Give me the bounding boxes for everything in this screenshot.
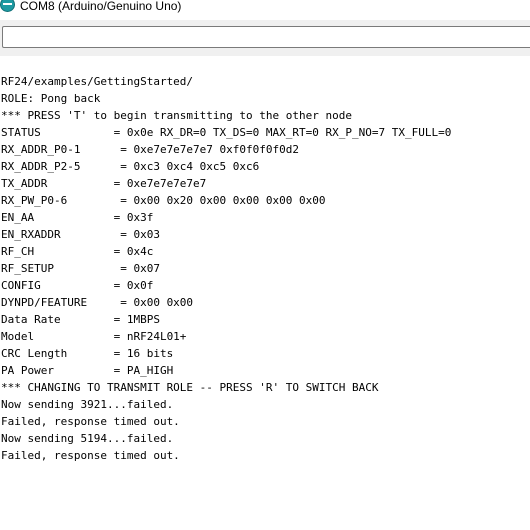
serial-line: ROLE: Pong back [1, 92, 101, 105]
serial-output[interactable]: RF24/examples/GettingStarted/ ROLE: Pong… [0, 56, 530, 530]
serial-line: Failed, response timed out. [1, 415, 180, 428]
serial-line: RF_SETUP = 0x07 [1, 262, 160, 275]
serial-line: EN_AA = 0x3f [1, 211, 154, 224]
serial-line: RF_CH = 0x4c [1, 245, 154, 258]
serial-line: RX_PW_P0-6 = 0x00 0x20 0x00 0x00 0x00 0x… [1, 194, 326, 207]
serial-lines: RF24/examples/GettingStarted/ ROLE: Pong… [1, 73, 451, 464]
serial-line: DYNPD/FEATURE = 0x00 0x00 [1, 296, 194, 309]
arduino-icon [0, 0, 15, 12]
serial-line: *** PRESS 'T' to begin transmitting to t… [1, 109, 352, 122]
serial-line: RF24/examples/GettingStarted/ [1, 75, 194, 88]
serial-line: RX_ADDR_P2-5 = 0xc3 0xc4 0xc5 0xc6 [1, 160, 260, 173]
serial-line: Model = nRF24L01+ [1, 330, 187, 343]
serial-line: PA Power = PA_HIGH [1, 364, 174, 377]
title-bar[interactable]: COM8 (Arduino/Genuino Uno) [0, 0, 530, 20]
serial-line: Failed, response timed out. [1, 449, 180, 462]
serial-line: STATUS = 0x0e RX_DR=0 TX_DS=0 MAX_RT=0 R… [1, 126, 452, 139]
serial-line: CRC Length = 16 bits [1, 347, 174, 360]
serial-line: EN_RXADDR = 0x03 [1, 228, 160, 241]
serial-line: *** CHANGING TO TRANSMIT ROLE -- PRESS '… [1, 381, 379, 394]
serial-line: Now sending 3921...failed. [1, 398, 174, 411]
serial-line: CONFIG = 0x0f [1, 279, 154, 292]
serial-line: Now sending 5194...failed. [1, 432, 174, 445]
serial-line: RX_ADDR_P0-1 = 0xe7e7e7e7e7 0xf0f0f0f0d2 [1, 143, 300, 156]
serial-line: TX_ADDR = 0xe7e7e7e7e7 [1, 177, 207, 190]
send-bar [0, 20, 530, 56]
send-input[interactable] [2, 26, 530, 48]
serial-line: Data Rate = 1MBPS [1, 313, 160, 326]
serial-monitor-window: COM8 (Arduino/Genuino Uno) RF24/examples… [0, 0, 530, 530]
window-title: COM8 (Arduino/Genuino Uno) [20, 0, 182, 13]
